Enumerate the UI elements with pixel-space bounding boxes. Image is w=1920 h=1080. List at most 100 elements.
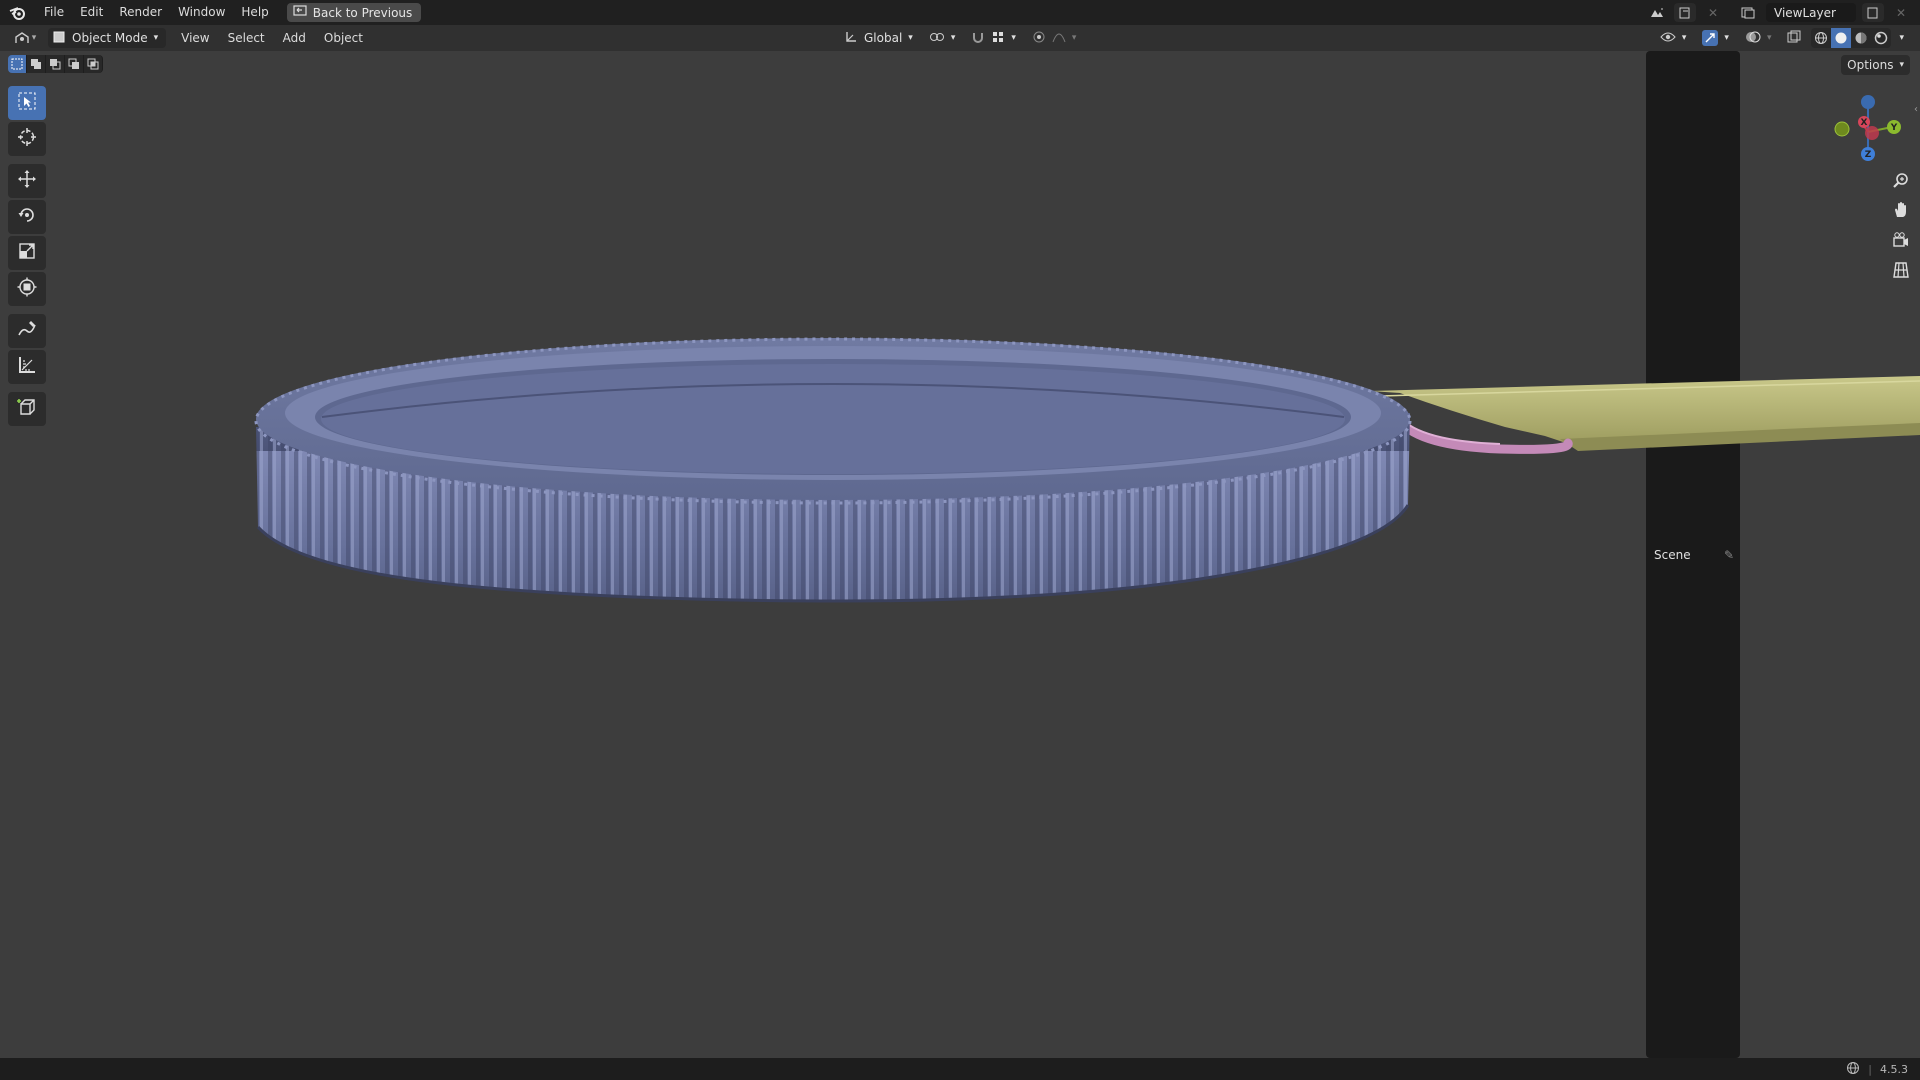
network-globe-icon[interactable] — [1846, 1061, 1860, 1078]
rotate-icon — [17, 205, 37, 229]
zoom-button[interactable] — [1888, 170, 1914, 196]
options-label: Options — [1847, 58, 1894, 72]
menu-window[interactable]: Window — [170, 0, 233, 25]
viewlayer-browse-icon[interactable] — [1738, 3, 1760, 22]
menu-render[interactable]: Render — [111, 0, 170, 25]
visibility-dropdown[interactable]: ▾ — [1654, 28, 1693, 48]
transform-icon — [17, 277, 37, 301]
left-toolbar — [8, 86, 46, 428]
navigation-gizmo[interactable]: X Y Z — [1800, 82, 1920, 172]
camera-icon — [1892, 231, 1910, 253]
eye-icon — [1660, 31, 1676, 46]
select-intersect-icon[interactable] — [84, 55, 103, 73]
gizmo-y-label: Y — [1890, 123, 1898, 133]
sidebar-toggle-icon[interactable]: ‹ — [1914, 104, 1918, 115]
gizmo-neg-z-ball[interactable] — [1861, 95, 1875, 109]
editor-type-icon[interactable]: ▾ — [10, 28, 40, 48]
move-icon — [17, 169, 37, 193]
overlays-toggle[interactable]: ▾ — [1739, 28, 1778, 48]
proportional-editing-toggle[interactable]: ▾ — [1026, 28, 1083, 48]
viewport-right-tools: ▾ ▾ ▾ ▾ — [1654, 28, 1908, 48]
orientation-dropdown[interactable]: Global ▾ — [838, 28, 919, 48]
shading-options-dropdown[interactable]: ▾ — [1895, 28, 1908, 48]
back-to-previous-label: Back to Previous — [312, 5, 413, 20]
chevron-down-icon: ▾ — [1899, 60, 1904, 70]
status-separator: | — [1868, 1062, 1872, 1076]
scene-browse-icon[interactable] — [1646, 3, 1668, 22]
scale-tool[interactable] — [8, 236, 46, 270]
magnet-icon — [971, 30, 985, 47]
blender-logo-icon[interactable] — [0, 0, 36, 25]
view-layer-field[interactable]: ViewLayer — [1766, 3, 1856, 22]
delete-viewlayer-icon[interactable]: ✕ — [1890, 3, 1912, 22]
blender-version: 4.5.3 — [1880, 1062, 1908, 1076]
camera-view-button[interactable] — [1888, 229, 1914, 255]
gizmo-x-label: X — [1861, 118, 1868, 128]
select-box-icon — [17, 91, 37, 115]
xray-toggle[interactable] — [1781, 28, 1807, 48]
overlays-icon — [1745, 30, 1761, 47]
select-box-tool[interactable] — [8, 86, 46, 120]
select-subtract-icon[interactable] — [46, 55, 65, 73]
top-menu-bar: File Edit Render Window Help Back to Pre… — [0, 0, 1920, 1058]
viewport-header: ▾ Object Mode ▾ View Select Add Object G… — [0, 25, 1920, 51]
options-dropdown[interactable]: Options ▾ — [1841, 55, 1910, 75]
add-cube-tool[interactable] — [8, 392, 46, 426]
object-mode-dropdown[interactable]: Object Mode ▾ — [48, 28, 167, 48]
viewport-menu-select[interactable]: Select — [219, 31, 274, 45]
snap-target-icon — [991, 30, 1005, 47]
cursor-icon — [17, 127, 37, 151]
status-bar: | 4.5.3 — [0, 1058, 1920, 1080]
falloff-icon — [1052, 30, 1066, 47]
gizmo-icon — [1702, 30, 1719, 46]
select-invert-icon[interactable] — [65, 55, 84, 73]
menu-file[interactable]: File — [36, 0, 72, 25]
measure-icon — [17, 355, 37, 379]
measure-tool[interactable] — [8, 350, 46, 384]
3d-viewport[interactable]: X Y Z — [0, 51, 1920, 1058]
xray-icon — [1787, 30, 1801, 47]
view-layer-text: ViewLayer — [1774, 5, 1836, 20]
material-shading-icon[interactable] — [1851, 28, 1871, 48]
new-viewlayer-icon[interactable] — [1862, 3, 1884, 22]
rotate-tool[interactable] — [8, 200, 46, 234]
ortho-toggle-button[interactable] — [1888, 259, 1914, 285]
pan-hand-icon — [1892, 201, 1910, 223]
select-new-icon[interactable] — [8, 55, 27, 73]
new-scene-icon[interactable] — [1674, 3, 1696, 22]
object-mode-icon — [52, 30, 66, 47]
snap-toggle[interactable]: ▾ — [965, 28, 1022, 48]
move-tool[interactable] — [8, 164, 46, 198]
add-cube-icon — [17, 397, 37, 421]
gizmo-neg-x-ball[interactable] — [1865, 126, 1879, 140]
annotate-tool[interactable] — [8, 314, 46, 348]
coin-model[interactable] — [254, 337, 1412, 603]
viewport-menu-object[interactable]: Object — [315, 31, 372, 45]
chevron-down-icon: ▾ — [908, 33, 913, 43]
gizmo-toggle[interactable]: ▾ — [1696, 28, 1735, 48]
viewport-menu-add[interactable]: Add — [274, 31, 315, 45]
transform-tools-group: Global ▾ ▾ ▾ ▾ — [838, 28, 1082, 48]
select-extend-icon[interactable] — [27, 55, 46, 73]
transform-tool[interactable] — [8, 272, 46, 306]
back-to-previous-button[interactable]: Back to Previous — [286, 3, 422, 22]
pan-button[interactable] — [1888, 199, 1914, 225]
blender-window: File Edit Render Window Help Back to Pre… — [0, 0, 1920, 1080]
selection-mode-group — [8, 55, 103, 73]
pivot-point-dropdown[interactable]: ▾ — [923, 28, 962, 48]
viewport-canvas — [254, 337, 1920, 603]
grid-icon — [1892, 261, 1910, 283]
topbar-right-group: Scene ✎ ✕ ViewLayer ✕ — [1646, 0, 1920, 1058]
annotate-icon — [17, 319, 37, 343]
delete-scene-icon[interactable]: ✕ — [1702, 3, 1724, 22]
gizmo-neg-y-ball[interactable] — [1834, 121, 1850, 137]
gizmo-z-label: Z — [1865, 150, 1872, 160]
wireframe-shading-icon[interactable] — [1811, 28, 1831, 48]
menu-help[interactable]: Help — [233, 0, 276, 25]
object-mode-label: Object Mode — [72, 31, 148, 45]
cursor-tool[interactable] — [8, 122, 46, 156]
rendered-shading-icon[interactable] — [1871, 28, 1891, 48]
viewport-menu-view[interactable]: View — [172, 31, 218, 45]
menu-edit[interactable]: Edit — [72, 0, 111, 25]
solid-shading-icon[interactable] — [1831, 28, 1852, 48]
